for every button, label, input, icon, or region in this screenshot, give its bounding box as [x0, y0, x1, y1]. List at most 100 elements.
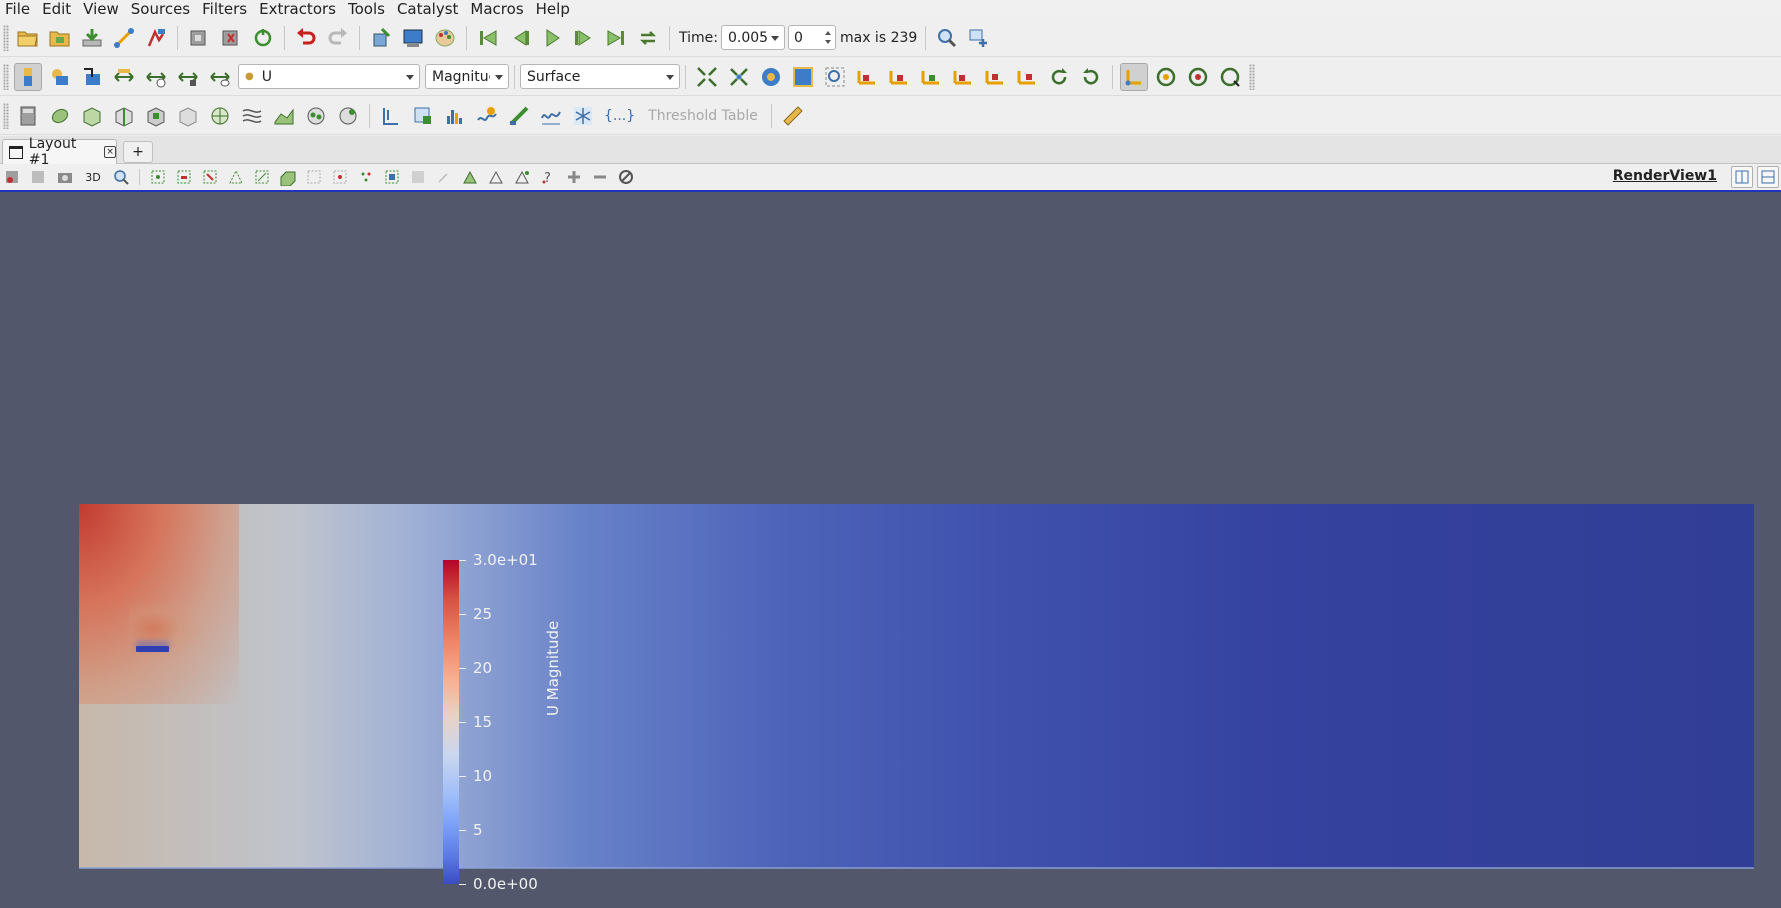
- redo-view-button[interactable]: [28, 166, 50, 188]
- view-minus-x-button[interactable]: [885, 63, 913, 91]
- rescale-range-button[interactable]: [206, 63, 234, 91]
- color-palette-button[interactable]: [431, 24, 459, 52]
- array-select[interactable]: ● U: [238, 64, 420, 89]
- interactive-select-points-button[interactable]: [303, 166, 325, 188]
- reset-range-button[interactable]: [78, 63, 106, 91]
- warp-by-vector-button[interactable]: [270, 102, 298, 130]
- threshold-button[interactable]: [142, 102, 170, 130]
- first-frame-button[interactable]: [474, 24, 502, 52]
- grow-selection-button[interactable]: [407, 166, 429, 188]
- redo-camera-button[interactable]: [217, 24, 245, 52]
- render-view[interactable]: U Magnitude 3.0e+01 25 20 15 10 5 0.0e+00: [0, 190, 1781, 908]
- extract-level-button[interactable]: [334, 102, 362, 130]
- load-state-button[interactable]: [46, 24, 74, 52]
- hover-cells-button[interactable]: [355, 166, 377, 188]
- show-center-button[interactable]: [789, 63, 817, 91]
- view-minus-z-button[interactable]: [1013, 63, 1041, 91]
- disconnect-button[interactable]: [142, 24, 170, 52]
- mesh-button[interactable]: [569, 102, 597, 130]
- glyph-button[interactable]: [206, 102, 234, 130]
- menu-tools[interactable]: Tools: [342, 0, 391, 18]
- rescale-visible-button[interactable]: [174, 63, 202, 91]
- contour-button[interactable]: [46, 102, 74, 130]
- select-cells-on-button[interactable]: [147, 166, 169, 188]
- rescale-custom-button[interactable]: [110, 63, 138, 91]
- menu-macros[interactable]: Macros: [464, 0, 529, 18]
- toolbar-handle[interactable]: [1249, 63, 1255, 90]
- zoom-to-data-button[interactable]: [933, 24, 961, 52]
- undo-button[interactable]: [292, 24, 320, 52]
- previous-frame-button[interactable]: [506, 24, 534, 52]
- reset-center-button[interactable]: [1184, 63, 1212, 91]
- toggle-orientation-axes-button[interactable]: [1120, 62, 1148, 91]
- plot-over-line-button[interactable]: [377, 102, 405, 130]
- probe-location-button[interactable]: [505, 102, 533, 130]
- plot-selection-over-time-button[interactable]: [485, 166, 507, 188]
- timestep-spinbox[interactable]: 0: [787, 25, 836, 50]
- menu-filters[interactable]: Filters: [196, 0, 253, 18]
- menu-view[interactable]: View: [77, 0, 125, 18]
- toolbar-handle[interactable]: [3, 24, 9, 51]
- view-minus-y-button[interactable]: [949, 63, 977, 91]
- view-plus-y-button[interactable]: [917, 63, 945, 91]
- rotate-minus-90-button[interactable]: [1077, 63, 1105, 91]
- next-frame-button[interactable]: [570, 24, 598, 52]
- extract-selection-button[interactable]: [459, 166, 481, 188]
- zoom-box-button[interactable]: [821, 63, 849, 91]
- plot-data-over-time-button[interactable]: [473, 102, 501, 130]
- representation-select[interactable]: Surface: [520, 64, 680, 89]
- toolbar-handle[interactable]: [3, 102, 9, 129]
- plot-global-variables-button[interactable]: [537, 102, 565, 130]
- interactive-select-cells-button[interactable]: [277, 166, 299, 188]
- split-vertical-button[interactable]: [1757, 166, 1779, 188]
- find-data-button[interactable]: [367, 24, 395, 52]
- save-screenshot-button[interactable]: [399, 24, 427, 52]
- play-button[interactable]: [538, 24, 566, 52]
- shrink-selection-button[interactable]: [433, 166, 455, 188]
- edit-color-map-button[interactable]: [46, 63, 74, 91]
- toolbar-handle[interactable]: [3, 63, 9, 90]
- histogram-button[interactable]: [441, 102, 469, 130]
- find-data-view-button[interactable]: [511, 166, 533, 188]
- component-select[interactable]: Magnitude: [425, 64, 509, 89]
- flow-domain-surface[interactable]: [79, 504, 1754, 869]
- close-icon[interactable]: ×: [104, 146, 116, 158]
- group-datasets-button[interactable]: [302, 102, 330, 130]
- loop-button[interactable]: [634, 24, 662, 52]
- reset-camera-button[interactable]: [693, 63, 721, 91]
- spin-down-icon[interactable]: [824, 40, 831, 44]
- pick-center-button[interactable]: [1152, 63, 1180, 91]
- subtract-selection-button[interactable]: [589, 166, 611, 188]
- threshold-table-button[interactable]: Threshold Table: [648, 108, 758, 124]
- view-zoom-button[interactable]: [110, 166, 132, 188]
- last-frame-button[interactable]: [602, 24, 630, 52]
- clip-button[interactable]: [78, 102, 106, 130]
- rotation-interaction-button[interactable]: [1216, 63, 1244, 91]
- extract-subset-button[interactable]: [174, 102, 202, 130]
- open-file-button[interactable]: [14, 24, 42, 52]
- connect-button[interactable]: [110, 24, 138, 52]
- view-plus-x-button[interactable]: [853, 63, 881, 91]
- reset-camera-closest-button[interactable]: [725, 63, 753, 91]
- zoom-to-box-button[interactable]: [757, 63, 785, 91]
- capture-screenshot-button[interactable]: [54, 166, 76, 188]
- spin-up-icon[interactable]: [824, 31, 831, 35]
- toggle-3d-button[interactable]: 3D: [80, 166, 106, 188]
- split-horizontal-button[interactable]: [1731, 166, 1753, 188]
- select-points-on-button[interactable]: [173, 166, 195, 188]
- ruler-button[interactable]: [779, 102, 807, 130]
- select-cells-through-button[interactable]: [199, 166, 221, 188]
- save-data-button[interactable]: [78, 24, 106, 52]
- add-selection-button[interactable]: [563, 166, 585, 188]
- toggle-color-legend-button[interactable]: [14, 62, 42, 91]
- select-blocks-button[interactable]: [381, 166, 403, 188]
- calculator-button[interactable]: [14, 102, 42, 130]
- menu-edit[interactable]: Edit: [36, 0, 77, 18]
- add-layout-tab-button[interactable]: +: [123, 141, 153, 163]
- menu-catalyst[interactable]: Catalyst: [391, 0, 464, 18]
- clear-selection-button[interactable]: [615, 166, 637, 188]
- zoom-closest-button[interactable]: [965, 24, 993, 52]
- slice-button[interactable]: [110, 102, 138, 130]
- menu-sources[interactable]: Sources: [125, 0, 196, 18]
- reset-view-button[interactable]: [2, 166, 24, 188]
